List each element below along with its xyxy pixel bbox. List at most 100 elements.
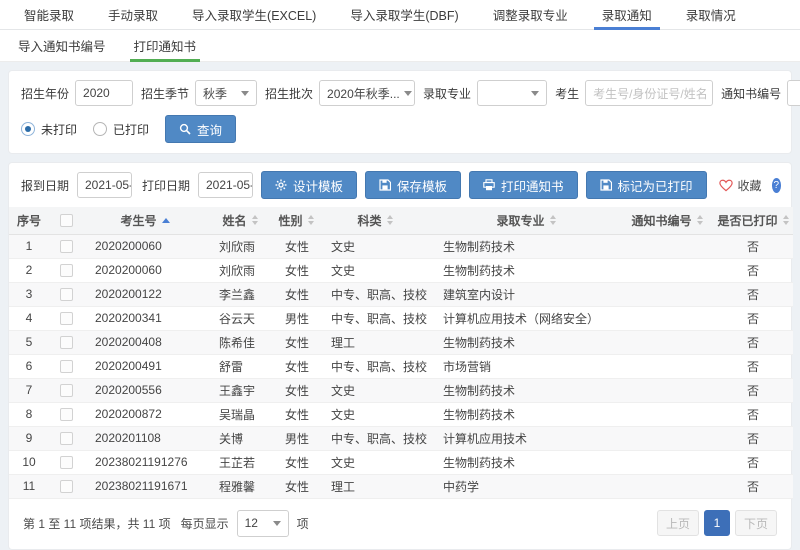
pagination: 上页 1 下页 — [657, 510, 777, 536]
col-notice-no[interactable]: 通知书编号 — [621, 207, 713, 234]
col-gender[interactable]: 性别 — [273, 207, 319, 234]
col-index: 序号 — [9, 207, 49, 234]
notice-no-cell — [621, 474, 713, 498]
major-cell: 生物制药技术 — [431, 234, 621, 258]
major-cell: 生物制药技术 — [431, 258, 621, 282]
notice-number-label: 通知书编号 — [721, 85, 781, 102]
row-checkbox[interactable] — [60, 408, 73, 421]
row-index-cell: 10 — [9, 450, 49, 474]
printed-cell: 否 — [713, 402, 793, 426]
notice-no-cell — [621, 402, 713, 426]
row-checkbox[interactable] — [60, 288, 73, 301]
row-checkbox[interactable] — [60, 480, 73, 493]
category-cell: 理工 — [319, 330, 431, 354]
sort-icon — [783, 215, 789, 225]
season-label: 招生季节 — [141, 85, 189, 102]
row-checkbox[interactable] — [60, 264, 73, 277]
row-index-cell: 7 — [9, 378, 49, 402]
row-checkbox[interactable] — [60, 432, 73, 445]
row-index-cell: 9 — [9, 426, 49, 450]
notice-no-cell — [621, 258, 713, 282]
save-template-button[interactable]: 保存模板 — [365, 171, 461, 199]
col-name[interactable]: 姓名 — [207, 207, 273, 234]
report-date-input[interactable]: 2021-05-27 — [77, 172, 132, 198]
help-icon[interactable]: ? — [772, 178, 781, 193]
candidate-no-cell: 2020200408 — [83, 330, 207, 354]
tab-manual-admission[interactable]: 手动录取 — [108, 0, 158, 29]
notice-no-cell — [621, 426, 713, 450]
subtab-import-notice-number[interactable]: 导入通知书编号 — [18, 30, 106, 61]
chevron-down-icon — [404, 91, 412, 96]
per-page-select[interactable]: 12 — [237, 510, 289, 537]
row-index-cell: 6 — [9, 354, 49, 378]
candidate-input[interactable]: 考生号/身份证号/姓名 — [585, 80, 713, 106]
design-template-button[interactable]: 设计模板 — [261, 171, 357, 199]
print-notice-button[interactable]: 打印通知书 — [469, 171, 578, 199]
tab-smart-admission[interactable]: 智能录取 — [24, 0, 74, 29]
subtab-print-notice[interactable]: 打印通知书 — [134, 30, 197, 61]
page-1-button[interactable]: 1 — [704, 510, 730, 536]
table-footer: 第 1 至 11 项结果，共 11 项 每页显示 12 项 上页 1 下页 — [9, 499, 791, 549]
row-checkbox[interactable] — [60, 336, 73, 349]
favorite-button[interactable]: 收藏 — [719, 177, 762, 194]
sort-icon — [308, 215, 314, 225]
category-cell: 中专、职高、技校 — [319, 354, 431, 378]
category-cell: 中专、职高、技校 — [319, 306, 431, 330]
row-index-cell: 3 — [9, 282, 49, 306]
row-checkbox-cell — [49, 402, 83, 426]
row-checkbox[interactable] — [60, 456, 73, 469]
notice-number-input[interactable] — [787, 80, 800, 106]
prev-page-button[interactable]: 上页 — [657, 510, 699, 536]
season-select[interactable]: 秋季 — [195, 80, 257, 106]
row-index-cell: 8 — [9, 402, 49, 426]
row-index-cell: 5 — [9, 330, 49, 354]
tab-admission-notice[interactable]: 录取通知 — [602, 0, 652, 29]
notice-no-cell — [621, 282, 713, 306]
major-label: 录取专业 — [423, 85, 471, 102]
name-cell: 舒雷 — [207, 354, 273, 378]
table-row: 1020238021191276王芷若女性文史生物制药技术否 — [9, 450, 793, 474]
major-cell: 市场营销 — [431, 354, 621, 378]
candidate-no-cell: 2020200491 — [83, 354, 207, 378]
row-checkbox[interactable] — [60, 312, 73, 325]
printed-cell: 否 — [713, 282, 793, 306]
chevron-down-icon — [241, 91, 249, 96]
sort-icon — [697, 215, 703, 225]
row-index-cell: 4 — [9, 306, 49, 330]
select-all-checkbox[interactable] — [60, 214, 73, 227]
row-checkbox[interactable] — [60, 240, 73, 253]
major-select[interactable] — [477, 80, 547, 106]
tab-import-students-excel[interactable]: 导入录取学生(EXCEL) — [192, 0, 316, 29]
next-page-button[interactable]: 下页 — [735, 510, 777, 536]
col-printed[interactable]: 是否已打印 — [713, 207, 793, 234]
printed-cell: 否 — [713, 354, 793, 378]
gender-cell: 女性 — [273, 234, 319, 258]
tab-adjust-major[interactable]: 调整录取专业 — [493, 0, 568, 29]
row-checkbox[interactable] — [60, 360, 73, 373]
radio-printed[interactable]: 已打印 — [93, 121, 149, 138]
batch-select[interactable]: 2020年秋季... — [319, 80, 415, 106]
tab-admission-status[interactable]: 录取情况 — [686, 0, 736, 29]
table-row: 32020200122李兰鑫女性中专、职高、技校建筑室内设计否 — [9, 282, 793, 306]
printed-cell: 否 — [713, 378, 793, 402]
col-major[interactable]: 录取专业 — [431, 207, 621, 234]
name-cell: 程雅馨 — [207, 474, 273, 498]
candidate-no-cell: 2020200122 — [83, 282, 207, 306]
tab-import-students-dbf[interactable]: 导入录取学生(DBF) — [350, 0, 458, 29]
save-icon — [600, 179, 612, 191]
mark-printed-button[interactable]: 标记为已打印 — [586, 171, 707, 199]
notice-no-cell — [621, 354, 713, 378]
candidate-no-cell: 20238021191671 — [83, 474, 207, 498]
year-input[interactable]: 2020 — [75, 80, 133, 106]
radio-unprinted[interactable]: 未打印 — [21, 121, 77, 138]
category-cell: 文史 — [319, 378, 431, 402]
sub-navigation: 导入通知书编号 打印通知书 — [0, 30, 800, 62]
col-candidate-no[interactable]: 考生号 — [83, 207, 207, 234]
print-date-input[interactable]: 2021-05-27 — [198, 172, 253, 198]
print-toolbar: 报到日期 2021-05-27 打印日期 2021-05-27 设计模板保存模板… — [9, 163, 791, 207]
query-button[interactable]: 查询 — [165, 115, 236, 143]
col-category[interactable]: 科类 — [319, 207, 431, 234]
table-row: 1120238021191671程雅馨女性理工中药学否 — [9, 474, 793, 498]
row-checkbox[interactable] — [60, 384, 73, 397]
name-cell: 陈希佳 — [207, 330, 273, 354]
